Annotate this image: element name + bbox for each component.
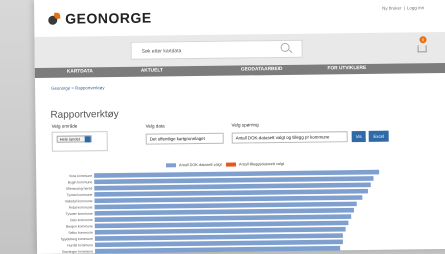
area-label: Velg område <box>51 123 78 129</box>
login-link[interactable]: Logg inn <box>407 5 424 10</box>
register-link[interactable]: Ny bruker <box>382 6 402 11</box>
category-label: Bergen kommune <box>66 224 93 228</box>
category-label: Vaksdal kommune <box>65 199 93 203</box>
geonorge-logo-icon <box>48 12 61 25</box>
cart-icon[interactable] <box>417 45 427 53</box>
category-label: Hurdal kommune <box>67 243 93 247</box>
logo-text: GEONORGE <box>65 9 152 27</box>
cart-count-badge: 0 <box>419 36 427 44</box>
question-label: Velg spørring <box>231 122 259 128</box>
geonorge-logo[interactable]: GEONORGE <box>48 10 152 27</box>
excel-button[interactable]: Excel <box>368 130 389 142</box>
bar-dok[interactable] <box>94 207 354 216</box>
legend-swatch-extra <box>226 162 237 167</box>
show-button[interactable]: Vis <box>351 130 366 143</box>
top-links: Ny bruker | Logg inn <box>382 5 425 11</box>
legend-label-extra: Antall tilleggsdatasett valgt <box>239 161 285 167</box>
bar-chart: Voss kommune Bygin kommune Ullensvang hera… <box>61 169 380 254</box>
bar-dok[interactable] <box>94 182 371 191</box>
category-label: Tynset kommune <box>67 193 93 197</box>
bar-dok[interactable] <box>94 239 343 248</box>
legend-item-extra: Antall tilleggsdatasett valgt <box>226 162 284 167</box>
category-label: Voss kommune <box>69 174 92 178</box>
bar-dok[interactable] <box>94 195 363 204</box>
area-select[interactable]: Hele landet <box>51 131 108 152</box>
bar-dok[interactable] <box>94 233 343 241</box>
page-title: Rapportverktøy <box>50 108 119 121</box>
area-tag: Hele landet <box>56 135 92 143</box>
bar-dok[interactable] <box>94 201 357 210</box>
category-label: Spydeberg kommune <box>61 237 93 241</box>
nav-item-geodataarbeid[interactable]: GEODATAARBEID <box>241 65 283 76</box>
category-label: Tysvær kommune <box>66 212 93 216</box>
category-label: Selbu kommune <box>68 231 93 235</box>
nav-item-aktuelt[interactable]: AKTUELT <box>141 66 163 76</box>
bar-dok[interactable] <box>94 226 346 235</box>
remove-tag-icon[interactable] <box>84 136 91 143</box>
category-label: Oslo kommune <box>70 218 93 222</box>
screen-background: Ny bruker | Logg inn GEONORGE Søk etter ka… <box>0 0 445 254</box>
category-label: Bygin kommune <box>68 180 92 184</box>
category-label: Stavanger kommune <box>62 249 93 253</box>
nav-item-for-utviklere[interactable]: FOR UTVIKLERE <box>327 64 366 74</box>
legend-label-dok: Antall DOK-datasett valgt <box>179 162 222 168</box>
area-tag-label: Hele landet <box>59 136 80 142</box>
nav-item-kartdata[interactable]: KARTDATA <box>67 67 93 77</box>
bar-dok[interactable] <box>94 214 352 222</box>
data-select[interactable]: Det offentlige kartgrunnlaget <box>145 132 224 145</box>
bar-dok[interactable] <box>94 220 349 229</box>
bar-dok[interactable] <box>94 176 374 185</box>
data-label: Velg data <box>145 123 165 129</box>
browser-page: Ny bruker | Logg inn GEONORGE Søk etter ka… <box>34 0 445 254</box>
bar-dok[interactable] <box>94 188 368 197</box>
legend-swatch-dok <box>166 163 177 168</box>
bar-dok[interactable] <box>95 245 341 254</box>
search-icon[interactable] <box>280 42 290 52</box>
legend-item-dok: Antall DOK-datasett valgt <box>166 163 222 168</box>
search-bar: Søk etter kartdata 0 <box>34 31 445 68</box>
category-label: Ullensvang herad <box>66 187 93 191</box>
question-select[interactable]: Antall DOK-datasett valgt og tillegg pr … <box>231 131 348 144</box>
category-label: Årdal kommune <box>69 204 93 209</box>
breadcrumb[interactable]: Geonorge > Rapportverktøy <box>51 85 104 91</box>
search-input[interactable]: Søk etter kartdata <box>130 39 303 60</box>
